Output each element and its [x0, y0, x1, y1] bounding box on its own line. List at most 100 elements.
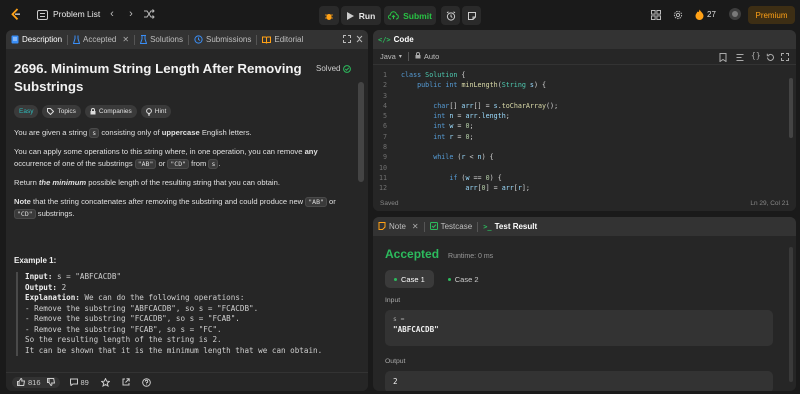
case-tab-2[interactable]: Case 2 [439, 270, 488, 288]
inline-code: s [89, 128, 100, 138]
cursor-position: Ln 29, Col 21 [750, 200, 789, 207]
code-line: 7 int r = 0; [373, 132, 796, 142]
description-paragraph: You can apply some operations to this st… [14, 146, 354, 170]
tab-testcase[interactable]: Testcase [425, 217, 478, 236]
beaker-icon [140, 35, 148, 44]
maximize-icon[interactable] [342, 34, 351, 44]
problem-list-icon[interactable] [36, 9, 48, 20]
lightbulb-icon [145, 107, 152, 116]
text: substrings. [35, 209, 75, 218]
collapse-icon[interactable] [355, 34, 364, 44]
tab-accepted[interactable]: Accepted ✕ [68, 30, 134, 49]
output-box: 2 [385, 371, 773, 391]
premium-button[interactable]: Premium [748, 6, 795, 24]
tab-submissions-label: Submissions [206, 35, 252, 44]
close-tab-icon[interactable]: ✕ [412, 222, 419, 231]
tab-editorial[interactable]: Editorial [257, 30, 308, 49]
line-number: 3 [382, 91, 387, 100]
tab-note[interactable]: Note ✕ [373, 217, 424, 236]
tab-accepted-label: Accepted [83, 35, 117, 44]
line-number: 7 [382, 132, 387, 141]
editor-statusbar: Saved Ln 29, Col 21 [373, 196, 796, 211]
difficulty-badge: Easy [14, 105, 39, 118]
code-editor[interactable]: 1 class Solution { 2 public int minLength… [373, 70, 796, 196]
text: that the string concatenates after remov… [30, 197, 306, 206]
example-line: So the resulting length of the string is… [25, 335, 222, 344]
input-label: Input [385, 297, 401, 304]
scrollbar[interactable] [358, 82, 364, 182]
bookmark-icon[interactable] [719, 53, 727, 64]
submit-button[interactable]: Submit [384, 6, 436, 25]
close-tab-icon[interactable]: ✕ [122, 35, 129, 44]
chevron-right-icon[interactable]: › [126, 8, 136, 20]
tab-description-label: Description [22, 35, 63, 44]
tab-test-result[interactable]: >_ Test Result [478, 217, 542, 236]
label: Input: [25, 272, 53, 281]
editor-scrollbar[interactable] [789, 78, 793, 138]
help-icon[interactable] [142, 377, 151, 387]
text: English letters. [199, 128, 252, 137]
example-line: - Remove the substring "ABFCACDB", so s … [25, 303, 259, 313]
reset-icon[interactable] [766, 53, 775, 64]
code-line: 9 while (r < n) { [373, 152, 796, 162]
example-explanation: Explanation: We can do the following ope… [25, 293, 356, 304]
debug-button[interactable] [319, 6, 339, 25]
document-icon [11, 35, 19, 44]
run-button[interactable]: Run [341, 6, 381, 25]
companies-button[interactable]: Companies [84, 105, 137, 118]
hint-label: Hint [154, 108, 167, 115]
share-icon[interactable] [122, 378, 130, 386]
input-value: "ABFCACDB" [393, 325, 439, 334]
chevron-left-icon[interactable]: ‹ [107, 8, 117, 20]
inline-code: "CD" [14, 209, 36, 219]
language-select[interactable]: Java ▾ [380, 52, 402, 61]
star-icon[interactable] [100, 377, 110, 387]
tab-description[interactable]: Description [6, 30, 67, 49]
like-button[interactable]: 816 [12, 376, 60, 388]
hint-button[interactable]: Hint [140, 105, 172, 118]
tab-submissions[interactable]: Submissions [189, 30, 256, 49]
alarm-clock-icon [446, 10, 456, 21]
braces-icon[interactable]: {} [751, 51, 761, 60]
verdict-row: Accepted Runtime: 0 ms [385, 247, 493, 261]
problem-title[interactable]: 2696. Minimum String Length After Removi… [14, 60, 304, 96]
timer-button[interactable] [441, 6, 460, 25]
like-count: 816 [28, 377, 41, 387]
thumbs-up-icon [17, 378, 25, 386]
code-line: 10 [373, 163, 796, 173]
expand-icon[interactable] [781, 53, 789, 63]
text: or [156, 159, 168, 168]
comments-button[interactable]: 89 [69, 378, 89, 387]
example-heading: Example 1: [14, 256, 57, 265]
topics-button[interactable]: Topics [42, 105, 81, 118]
book-icon [262, 36, 272, 44]
auto-toggle[interactable]: Auto [415, 52, 439, 61]
case-tab-1[interactable]: Case 1 [385, 270, 434, 288]
tab-code[interactable]: </> Code [373, 30, 419, 49]
companies-label: Companies [98, 108, 132, 115]
note-icon [467, 11, 477, 21]
tab-solutions[interactable]: Solutions [135, 30, 188, 49]
shuffle-icon[interactable] [143, 8, 155, 20]
thumbs-down-icon[interactable] [46, 378, 55, 386]
avatar[interactable] [729, 8, 741, 20]
bold-text: uppercase [161, 128, 200, 137]
difficulty-label: Easy [19, 108, 34, 115]
leetcode-logo-icon[interactable] [10, 8, 22, 21]
label: Explanation: [25, 293, 80, 302]
text: or [326, 197, 336, 206]
line-number: 5 [382, 112, 387, 121]
problem-list-link[interactable]: Problem List [53, 9, 100, 19]
history-icon [194, 35, 203, 44]
inline-code: s [208, 159, 219, 169]
layout-grid-icon[interactable] [650, 9, 661, 20]
settings-gear-icon[interactable] [672, 9, 683, 20]
line-number: 1 [382, 71, 387, 79]
format-icon[interactable] [736, 53, 744, 64]
notes-button[interactable] [462, 6, 481, 25]
code-panel: </> Code Java ▾ Auto {} 1 class Solution … [373, 30, 796, 211]
line-number: 2 [382, 81, 387, 90]
result-tabs: Note ✕ Testcase >_ Test Result [373, 217, 796, 236]
result-scrollbar[interactable] [789, 247, 793, 382]
streak-flame-icon[interactable] [694, 8, 704, 20]
